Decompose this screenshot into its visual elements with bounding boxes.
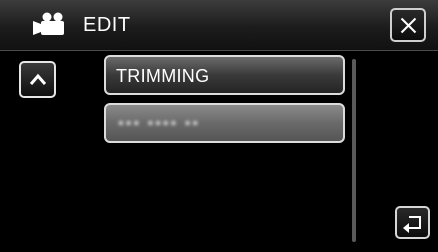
menu-item-disabled: ▪▪▪ ▪▪▪▪ ▪▪: [104, 103, 345, 143]
scrollbar[interactable]: [352, 59, 356, 242]
close-button[interactable]: [390, 8, 426, 42]
page-title: EDIT: [83, 14, 131, 36]
video-camera-icon: [33, 12, 71, 38]
menu-item-label: TRIMMING: [116, 66, 210, 86]
menu-item-trimming[interactable]: TRIMMING: [104, 55, 345, 95]
scroll-up-button[interactable]: [19, 61, 56, 98]
edit-menu-screen: EDIT TRIMMING ▪▪▪ ▪▪▪▪ ▪▪: [0, 0, 438, 252]
header-bar: EDIT: [0, 0, 438, 51]
menu-item-label: ▪▪▪ ▪▪▪▪ ▪▪: [118, 115, 200, 132]
back-button[interactable]: [395, 206, 430, 239]
